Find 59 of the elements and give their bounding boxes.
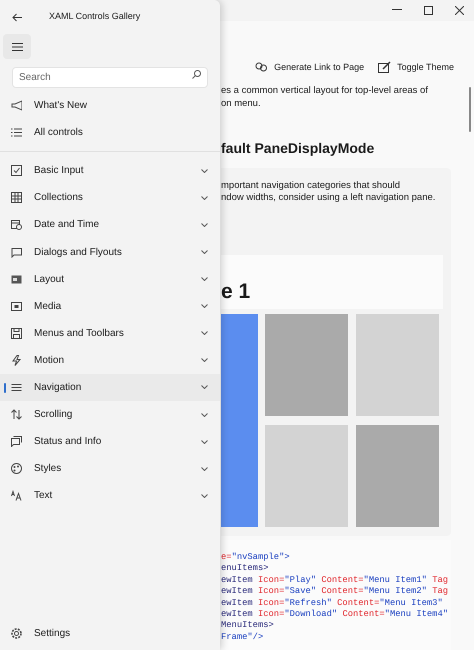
- media-player-icon: [11, 300, 22, 312]
- palette-icon: [11, 463, 22, 474]
- settings-icon: [11, 628, 22, 639]
- nav-item[interactable]: Media: [0, 292, 220, 320]
- grid-icon: [11, 192, 22, 204]
- checkbox-icon: [11, 165, 22, 176]
- nav-item[interactable]: Basic Input: [0, 157, 220, 184]
- back-arrow-icon[interactable]: [12, 12, 22, 22]
- font-size-icon: [11, 490, 22, 502]
- chat-bubbles-icon: [11, 436, 22, 448]
- code-line: enuItems>: [221, 563, 269, 575]
- maximize-icon[interactable]: [424, 6, 433, 15]
- minimize-icon[interactable]: [392, 9, 402, 12]
- window-title: XAML Controls Gallery: [49, 10, 140, 24]
- menu-icon: [12, 42, 22, 50]
- code-line: e="nvSample">: [221, 552, 290, 564]
- code-line: ewItem Icon="Download" Content="Menu Item4": [221, 609, 448, 620]
- nav-item[interactable]: Motion: [0, 346, 220, 374]
- lightning-icon: [11, 354, 22, 366]
- code-line: ewItem Icon="Save" Content="Menu Item2" Tag: [221, 586, 448, 598]
- nav-item[interactable]: Settings: [0, 620, 220, 647]
- nav-item[interactable]: Styles: [0, 455, 220, 482]
- menu-lines-icon: [11, 382, 22, 393]
- section-heading: fault PaneDisplayMode: [221, 139, 376, 158]
- description-text: es a common vertical layout for top-level areas of on menu.: [221, 85, 428, 110]
- link-icon: [255, 62, 268, 72]
- nav-item[interactable]: Scrolling: [0, 401, 220, 428]
- speech-bubble-icon: [11, 246, 22, 258]
- list-icon: [11, 127, 22, 138]
- up-down-arrows-icon: [11, 409, 22, 420]
- scrollbar-thumb[interactable]: [469, 86, 471, 132]
- nav-item[interactable]: Dialogs and Flyouts: [0, 238, 220, 266]
- calendar-clock-icon: [11, 219, 22, 230]
- layout-icon: [11, 274, 22, 285]
- nav-item[interactable]: Text: [0, 482, 220, 510]
- edit-icon: [378, 61, 392, 74]
- selection-indicator: [4, 382, 6, 393]
- search-field[interactable]: Search: [12, 67, 208, 88]
- nav-item[interactable]: All controls: [0, 119, 220, 146]
- code-line: Frame"/>: [221, 632, 264, 644]
- nav-item[interactable]: Status and Info: [0, 428, 220, 456]
- nav-item[interactable]: What's New: [0, 92, 220, 120]
- code-line: ewItem Icon="Refresh" Content="Menu Item3": [221, 598, 443, 610]
- nav-item[interactable]: Navigation: [0, 374, 220, 402]
- megaphone-icon: [11, 100, 22, 112]
- code-line: MenuItems>: [221, 620, 274, 632]
- toggle-theme-button[interactable]: Toggle Theme: [378, 60, 454, 74]
- nav-item[interactable]: Collections: [0, 184, 220, 212]
- sample-title: e 1: [221, 278, 250, 304]
- search-icon[interactable]: [192, 70, 201, 79]
- menu-button[interactable]: [3, 34, 31, 59]
- generate-link-button[interactable]: Generate Link to Page: [255, 60, 364, 74]
- card-text: mportant navigation categories that should ndow widths, consider using a left navigation pane.: [221, 180, 436, 203]
- save-icon: [11, 328, 22, 339]
- nav-item[interactable]: Menus and Toolbars: [0, 320, 220, 347]
- close-icon[interactable]: [455, 6, 464, 15]
- nav-item[interactable]: Layout: [0, 266, 220, 293]
- nav-item[interactable]: Date and Time: [0, 211, 220, 238]
- code-line: ewItem Icon="Play" Content="Menu Item1" Tag: [221, 574, 448, 586]
